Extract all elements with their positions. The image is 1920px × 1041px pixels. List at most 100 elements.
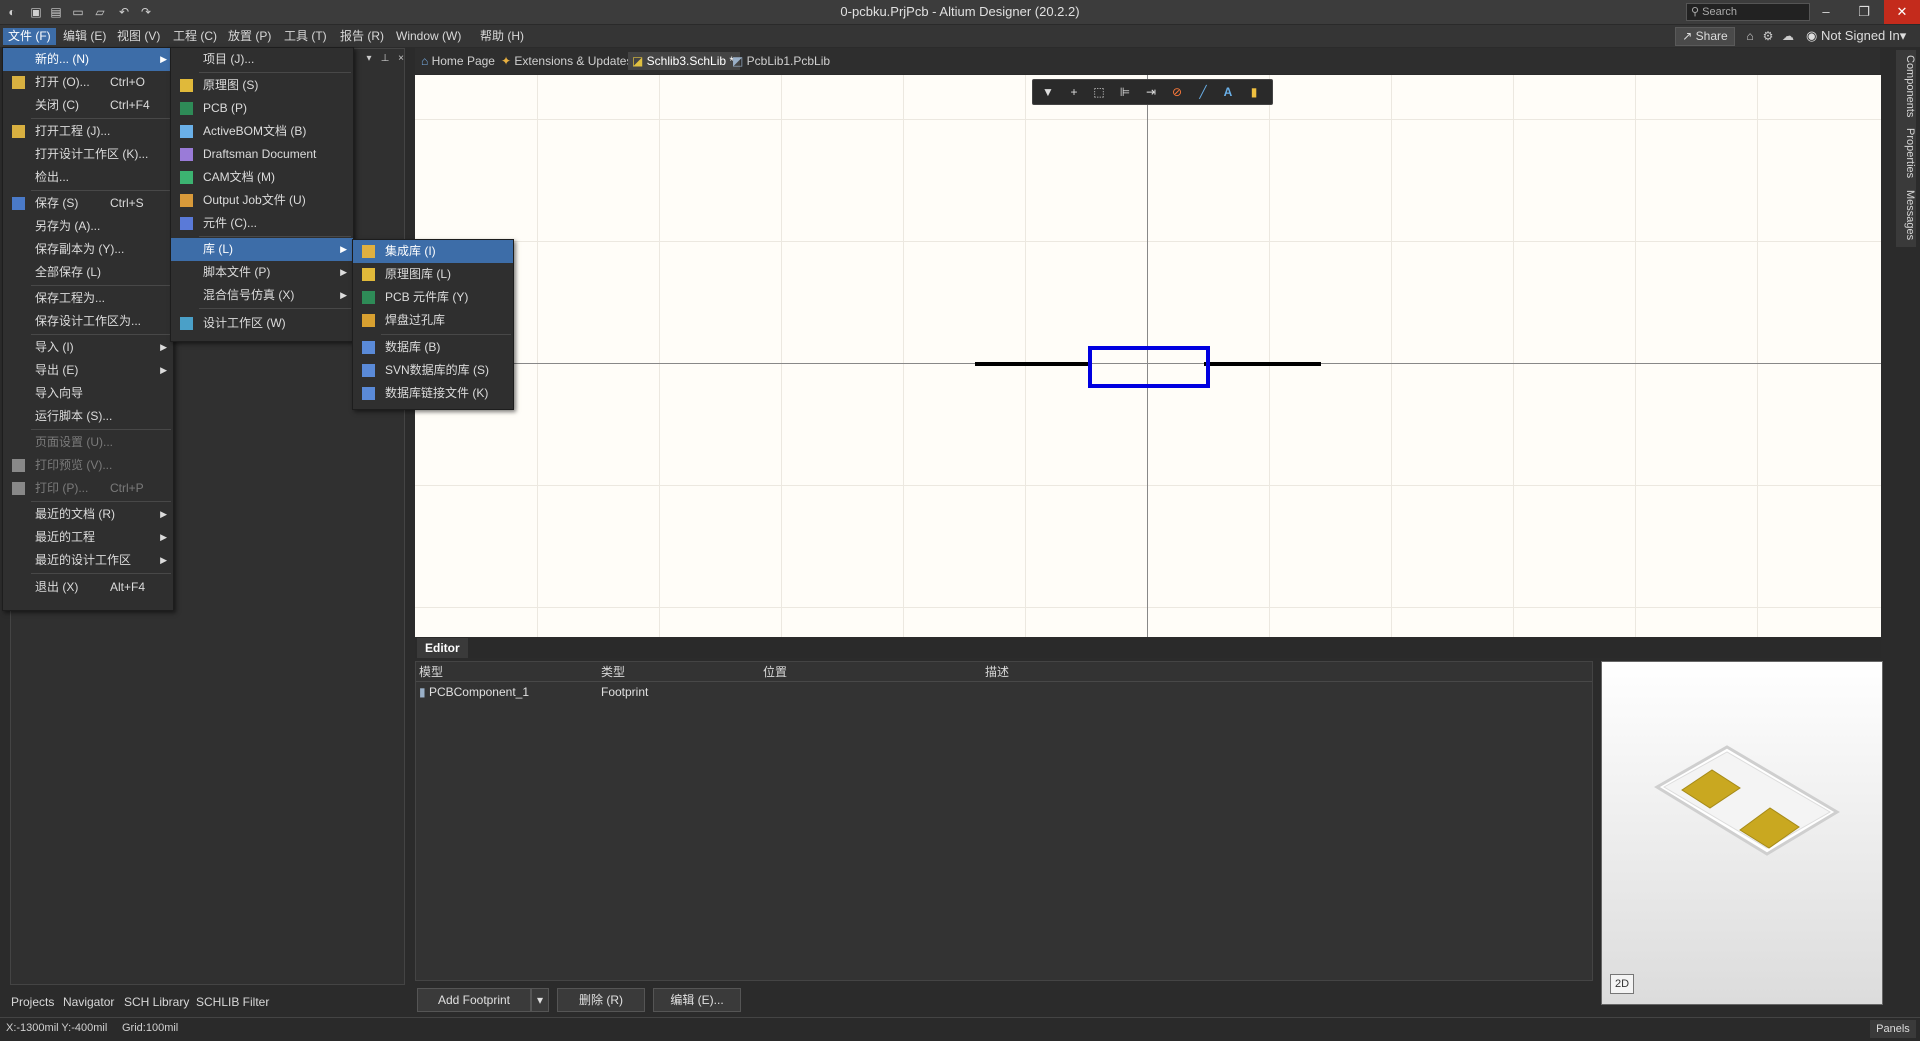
menu-item-open-project[interactable]: 打开工程 (J)... bbox=[3, 120, 173, 143]
tab-sch-library[interactable]: SCH Library bbox=[122, 994, 191, 1010]
filter-icon[interactable]: ▼ bbox=[1039, 83, 1057, 101]
menu-item-integrated-library[interactable]: 集成库 (I) bbox=[353, 240, 513, 263]
tab-pcblib1[interactable]: ◩ PcbLib1.PcbLib bbox=[728, 52, 836, 70]
tab-schlib-filter[interactable]: SCHLIB Filter bbox=[194, 994, 271, 1010]
column-header-model[interactable]: 模型 bbox=[419, 664, 443, 680]
menu-item-recent-projects[interactable]: 最近的工程 ▶ bbox=[3, 526, 173, 549]
menu-item-padvia-library[interactable]: 焊盘过孔库 bbox=[353, 309, 513, 332]
menu-item-open-workspace[interactable]: 打开设计工作区 (K)... bbox=[3, 143, 173, 166]
table-row[interactable]: ▮ PCBComponent_1 bbox=[419, 684, 529, 700]
column-header-location[interactable]: 位置 bbox=[763, 664, 787, 680]
menu-place[interactable]: 放置 (P) bbox=[223, 28, 276, 45]
menu-item-new-component[interactable]: 元件 (C)... bbox=[171, 212, 353, 235]
menu-item-new[interactable]: 新的... (N) ▶ bbox=[3, 48, 173, 71]
menu-item-save-project-as[interactable]: 保存工程为... bbox=[3, 287, 173, 310]
menu-edit[interactable]: 编辑 (E) bbox=[58, 28, 111, 45]
menu-item-save-copy-as[interactable]: 保存副本为 (Y)... bbox=[3, 238, 173, 261]
add-footprint-button[interactable]: Add Footprint bbox=[417, 988, 531, 1012]
panel-menu-icon[interactable]: ▾ bbox=[363, 53, 375, 67]
panel-close-icon[interactable]: × bbox=[395, 53, 407, 67]
pin-left[interactable] bbox=[975, 362, 1090, 366]
menu-item-run-script[interactable]: 运行脚本 (S)... bbox=[3, 405, 173, 428]
restore-button[interactable]: ❐ bbox=[1846, 0, 1882, 24]
menu-item-exit[interactable]: 退出 (X) Alt+F4 bbox=[3, 576, 173, 599]
view-2d-button[interactable]: 2D bbox=[1610, 974, 1634, 994]
menu-item-pcb-library[interactable]: PCB 元件库 (Y) bbox=[353, 286, 513, 309]
component-body-rectangle[interactable] bbox=[1088, 346, 1210, 388]
column-header-description[interactable]: 描述 bbox=[985, 664, 1009, 680]
add-icon[interactable]: + bbox=[1065, 83, 1083, 101]
menu-item-open[interactable]: 打开 (O)... Ctrl+O bbox=[3, 71, 173, 94]
menu-item-new-script[interactable]: 脚本文件 (P) ▶ bbox=[171, 261, 353, 284]
place-text-icon[interactable]: A bbox=[1219, 83, 1237, 101]
tab-home-page[interactable]: ⌂ Home Page bbox=[417, 52, 501, 70]
menu-reports[interactable]: 报告 (R) bbox=[335, 28, 389, 45]
menu-tools[interactable]: 工具 (T) bbox=[279, 28, 332, 45]
menu-item-save[interactable]: 保存 (S) Ctrl+S bbox=[3, 192, 173, 215]
select-rect-icon[interactable]: ⬚ bbox=[1090, 83, 1108, 101]
menu-item-new-schematic[interactable]: 原理图 (S) bbox=[171, 74, 353, 97]
menu-item-recent-documents[interactable]: 最近的文档 (R) ▶ bbox=[3, 503, 173, 526]
place-rectangle-icon[interactable]: ▮ bbox=[1245, 83, 1263, 101]
menu-item-save-as[interactable]: 另存为 (A)... bbox=[3, 215, 173, 238]
edit-button[interactable]: 编辑 (E)... bbox=[653, 988, 741, 1012]
menu-item-database-library[interactable]: 数据库 (B) bbox=[353, 336, 513, 359]
minimize-button[interactable]: – bbox=[1808, 0, 1844, 24]
menu-item-database-link-file[interactable]: 数据库链接文件 (K) bbox=[353, 382, 513, 405]
schematic-canvas[interactable] bbox=[415, 75, 1881, 637]
menu-view[interactable]: 视图 (V) bbox=[112, 28, 165, 45]
menu-item-new-activebom[interactable]: ActiveBOM文档 (B) bbox=[171, 120, 353, 143]
align-icon[interactable]: ⊫ bbox=[1116, 83, 1134, 101]
menu-item-schematic-library[interactable]: 原理图库 (L) bbox=[353, 263, 513, 286]
chevron-down-icon: ▾ bbox=[1899, 28, 1907, 43]
gear-icon[interactable]: ⚙ bbox=[1760, 28, 1776, 44]
add-model-dropdown-button[interactable]: ▾ bbox=[531, 988, 549, 1012]
tab-extensions-updates[interactable]: ✦ Extensions & Updates bbox=[497, 52, 638, 70]
home-icon[interactable]: ⌂ bbox=[1742, 28, 1758, 44]
delete-button[interactable]: 删除 (R) bbox=[557, 988, 645, 1012]
menu-item-import-wizard[interactable]: 导入向导 bbox=[3, 382, 173, 405]
menu-help[interactable]: 帮助 (H) bbox=[475, 28, 529, 45]
tab-schlib3[interactable]: ◪ Schlib3.SchLib * bbox=[628, 52, 741, 70]
place-ieee-icon[interactable]: ⊘ bbox=[1168, 83, 1186, 101]
close-button[interactable]: ✕ bbox=[1884, 0, 1920, 24]
menu-item-new-draftsman[interactable]: Draftsman Document bbox=[171, 143, 353, 166]
menu-item-export[interactable]: 导出 (E) ▶ bbox=[3, 359, 173, 382]
search-input[interactable]: ⚲ Search bbox=[1686, 3, 1810, 21]
menu-item-page-setup: 页面设置 (U)... bbox=[3, 431, 173, 454]
share-button[interactable]: ↗ Share bbox=[1675, 27, 1735, 46]
menu-item-save-all[interactable]: 全部保存 (L) bbox=[3, 261, 173, 284]
menu-item-new-library[interactable]: 库 (L) ▶ bbox=[171, 238, 353, 261]
menu-file[interactable]: 文件 (F) bbox=[3, 28, 56, 45]
tab-messages[interactable]: Messages bbox=[1896, 184, 1916, 247]
column-header-type[interactable]: 类型 bbox=[601, 664, 625, 680]
tab-editor[interactable]: Editor bbox=[417, 638, 468, 658]
tab-components[interactable]: Components bbox=[1896, 50, 1916, 123]
notifications-icon[interactable]: ☁ bbox=[1780, 28, 1796, 44]
tab-properties[interactable]: Properties bbox=[1896, 122, 1916, 185]
tab-navigator[interactable]: Navigator bbox=[61, 994, 116, 1010]
menu-item-new-workspace[interactable]: 设计工作区 (W) bbox=[171, 312, 353, 335]
menu-item-new-cam[interactable]: CAM文档 (M) bbox=[171, 166, 353, 189]
user-label: Not Signed In bbox=[1820, 28, 1900, 43]
menu-item-svn-database-library[interactable]: SVN数据库的库 (S) bbox=[353, 359, 513, 382]
menu-project[interactable]: 工程 (C) bbox=[168, 28, 222, 45]
menu-item-new-mixed-sim[interactable]: 混合信号仿真 (X) ▶ bbox=[171, 284, 353, 307]
menu-item-new-pcb[interactable]: PCB (P) bbox=[171, 97, 353, 120]
tab-projects[interactable]: Projects bbox=[9, 994, 56, 1010]
menu-item-recent-workspaces[interactable]: 最近的设计工作区 ▶ bbox=[3, 549, 173, 572]
menu-item-new-project[interactable]: 项目 (J)... bbox=[171, 48, 353, 71]
menu-item-import[interactable]: 导入 (I) ▶ bbox=[3, 336, 173, 359]
menu-window[interactable]: Window (W) bbox=[391, 28, 466, 45]
menu-item-close[interactable]: 关闭 (C) Ctrl+F4 bbox=[3, 94, 173, 117]
menu-item-new-output-job[interactable]: Output Job文件 (U) bbox=[171, 189, 353, 212]
pin-right[interactable] bbox=[1204, 362, 1321, 366]
pin-icon[interactable]: ⊥ bbox=[379, 53, 391, 67]
menu-item-save-workspace-as[interactable]: 保存设计工作区为... bbox=[3, 310, 173, 333]
user-menu[interactable]: ◉ Not Signed In▾ bbox=[1806, 28, 1906, 44]
panels-button[interactable]: Panels bbox=[1870, 1020, 1916, 1038]
footprint-3d-preview[interactable]: 2D bbox=[1601, 661, 1883, 1005]
menu-item-checkout[interactable]: 检出... bbox=[3, 166, 173, 189]
place-pin-icon[interactable]: ⇥ bbox=[1142, 83, 1160, 101]
place-line-icon[interactable]: ╱ bbox=[1194, 83, 1212, 101]
